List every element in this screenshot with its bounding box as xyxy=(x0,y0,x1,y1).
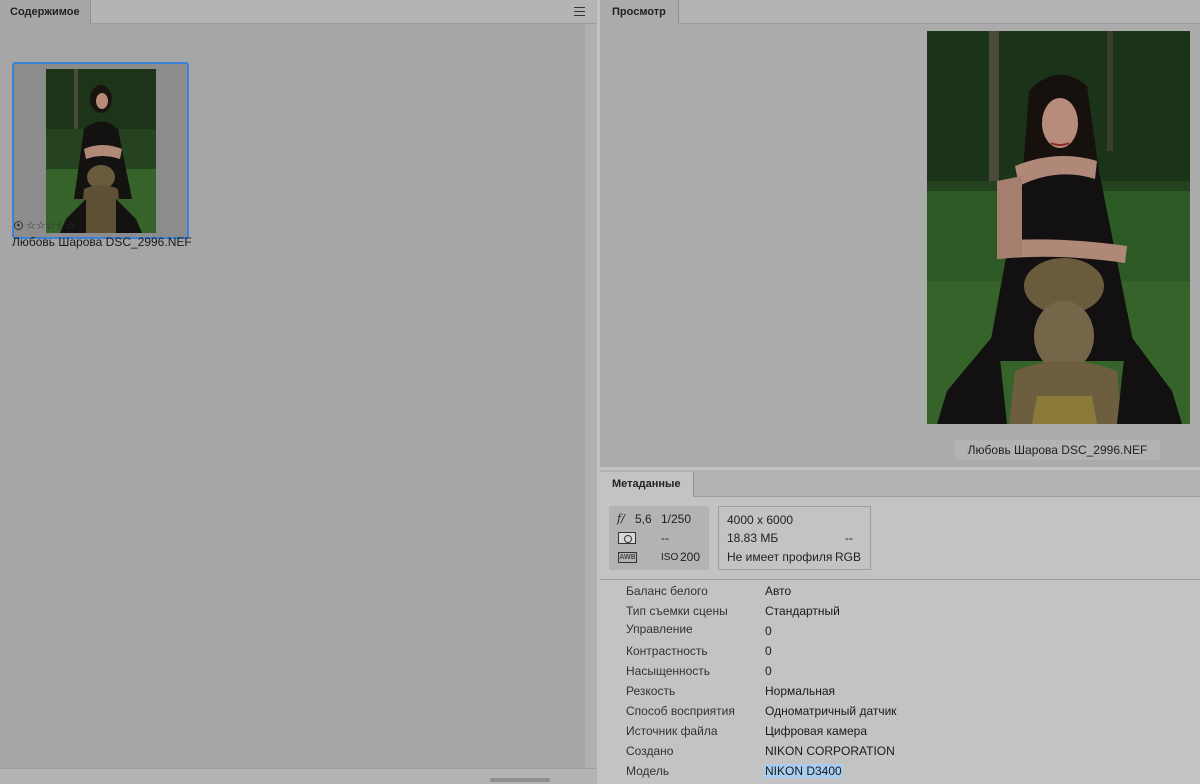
metadata-area: f/ 5,6 1/250 -- AWB ISO 200 4000 x 6000 … xyxy=(600,497,1200,784)
metadata-value-selected[interactable]: NIKON D3400 xyxy=(764,764,843,778)
thumbnail-caption: Любовь Шарова DSC_2996.NEF xyxy=(12,235,192,249)
metering-icon xyxy=(618,532,636,544)
exif-exposure-row: f/ 5,6 1/250 xyxy=(609,510,709,528)
metadata-value[interactable]: 0 xyxy=(765,664,772,678)
scrollbar-thumb[interactable] xyxy=(490,778,550,782)
resolution-value: -- xyxy=(845,531,853,545)
content-tabbar: Содержимое xyxy=(0,0,597,24)
metadata-row[interactable]: Насыщенность 0 xyxy=(600,660,1200,680)
exif-summary: f/ 5,6 1/250 -- AWB ISO 200 xyxy=(609,506,709,570)
metadata-value[interactable]: 0 xyxy=(765,644,772,658)
metadata-value[interactable]: Одноматричный датчик xyxy=(765,704,897,718)
metadata-value[interactable]: NIKON CORPORATION xyxy=(765,744,895,758)
hamburger-menu-icon[interactable] xyxy=(574,7,585,16)
aperture-icon: f/ xyxy=(617,512,625,525)
metadata-row[interactable]: Контрастность 0 xyxy=(600,640,1200,660)
shutter-value: 1/250 xyxy=(661,512,692,526)
tab-content[interactable]: Содержимое xyxy=(0,0,91,24)
awb-icon: AWB xyxy=(618,552,637,563)
exif-metering-row: -- xyxy=(609,529,709,547)
metadata-key: Создано xyxy=(626,744,674,758)
metadata-key: Модель xyxy=(626,764,670,778)
tab-preview[interactable]: Просмотр xyxy=(600,0,679,24)
preview-image xyxy=(927,31,1190,424)
thumbnail-image xyxy=(46,69,156,233)
preview-tabbar: Просмотр xyxy=(600,0,1200,24)
metadata-key: Баланс белого xyxy=(626,584,708,598)
aperture-value: 5,6 xyxy=(635,512,652,526)
metadata-value[interactable]: Авто xyxy=(765,584,791,598)
iso-label: ISO xyxy=(661,552,679,563)
metadata-row[interactable]: Модель NIKON D3400 xyxy=(600,760,1200,780)
size-value: 18.83 МБ xyxy=(727,531,779,545)
preview-caption: Любовь Шарова DSC_2996.NEF xyxy=(955,440,1160,460)
rating-stars[interactable]: ☆☆☆☆☆ xyxy=(26,219,75,232)
metadata-key: Управление xyxy=(626,622,693,636)
file-summary: 4000 x 6000 18.83 МБ -- Не имеет профиля… xyxy=(718,506,871,570)
iso-value: 200 xyxy=(680,550,701,564)
exif-wb-row: AWB ISO 200 xyxy=(609,548,709,566)
metadata-row[interactable]: Источник файла Цифровая камера xyxy=(600,720,1200,740)
tab-metadata[interactable]: Метаданные xyxy=(600,472,694,497)
file-profile-row: Не имеет профиля RGB xyxy=(727,550,867,568)
file-size-row: 18.83 МБ -- xyxy=(727,531,867,549)
metadata-list[interactable]: Баланс белого Авто Тип съемки сцены Стан… xyxy=(600,580,1200,780)
metadata-key: Способ восприятия xyxy=(626,704,735,718)
metadata-key: Источник файла xyxy=(626,724,718,738)
reject-circle-icon[interactable] xyxy=(14,220,23,230)
metadata-row[interactable]: Тип съемки сцены Стандартный xyxy=(600,600,1200,620)
metadata-key: Контрастность xyxy=(626,644,708,658)
metadata-row[interactable]: Создано NIKON CORPORATION xyxy=(600,740,1200,760)
color-mode-value: RGB xyxy=(834,550,861,564)
content-grid[interactable]: ☆☆☆☆☆ Любовь Шарова DSC_2996.NEF xyxy=(0,24,585,768)
profile-value: Не имеет профиля xyxy=(727,550,833,564)
metadata-key: Резкость xyxy=(626,684,676,698)
metadata-row[interactable]: Управление 0 xyxy=(600,620,1200,640)
preview-area: Любовь Шарова DSC_2996.NEF xyxy=(600,24,1200,467)
dimensions-value: 4000 x 6000 xyxy=(727,513,794,527)
metadata-row[interactable]: Баланс белого Авто xyxy=(600,580,1200,600)
right-panel: Просмотр Любовь Шарова DSC_2996.NEF Мета… xyxy=(600,0,1200,784)
metadata-tabbar: Метаданные xyxy=(600,470,1200,497)
metadata-value[interactable]: Стандартный xyxy=(765,604,840,618)
metadata-value[interactable]: Нормальная xyxy=(765,684,835,698)
rating-row: ☆☆☆☆☆ xyxy=(14,219,75,232)
metadata-value[interactable]: 0 xyxy=(765,624,772,638)
metadata-key: Тип съемки сцены xyxy=(626,604,728,618)
metadata-row[interactable]: Способ восприятия Одноматричный датчик xyxy=(600,700,1200,720)
metadata-key: Насыщенность xyxy=(626,664,711,678)
content-panel: Содержимое ☆☆☆☆☆ Любовь Шарова DSC_2996.… xyxy=(0,0,597,784)
metadata-value[interactable]: Цифровая камера xyxy=(765,724,867,738)
thumbnail-card[interactable] xyxy=(12,62,189,239)
horizontal-scrollbar[interactable] xyxy=(0,768,597,784)
metadata-row[interactable]: Резкость Нормальная xyxy=(600,680,1200,700)
file-dimensions-row: 4000 x 6000 xyxy=(727,513,867,531)
metering-value: -- xyxy=(661,531,669,545)
vertical-scrollbar[interactable] xyxy=(585,24,597,768)
